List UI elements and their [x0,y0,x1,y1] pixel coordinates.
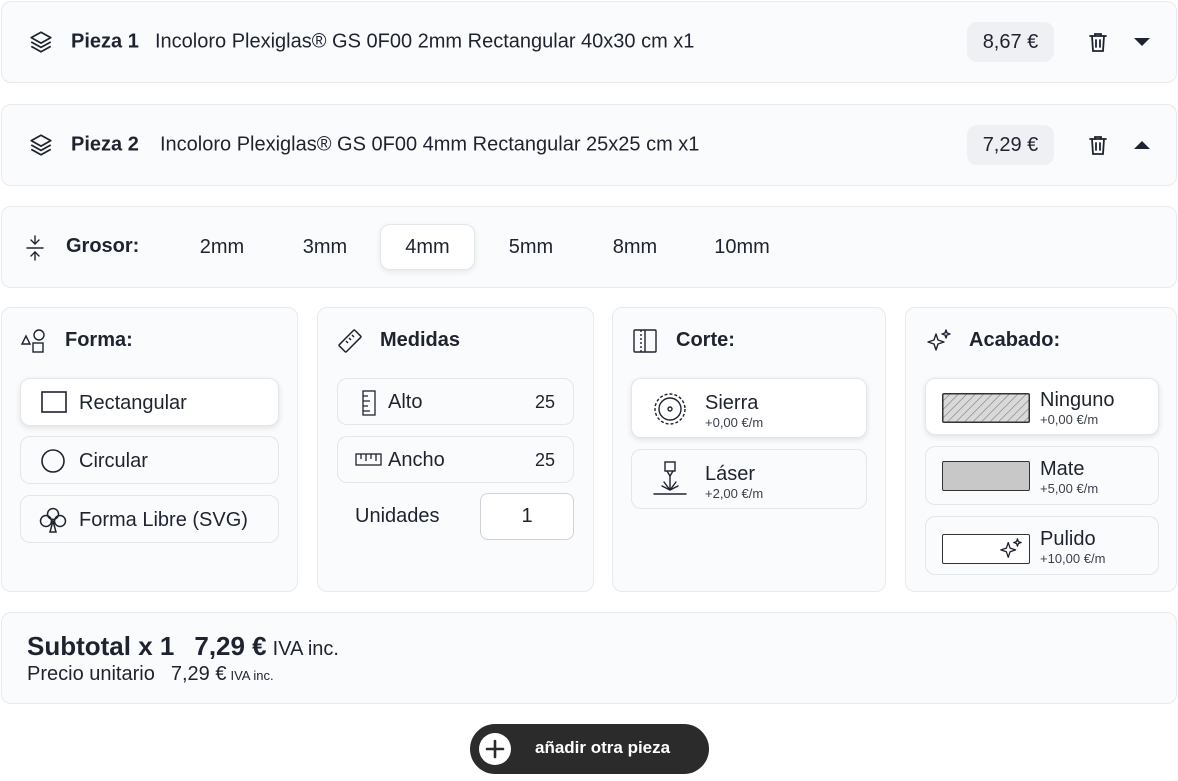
unit-price-line: Precio unitario 7,29 € IVA inc. [27,663,274,686]
plus-icon [479,733,511,765]
hatched-swatch-icon [942,393,1030,423]
unit-price: 7,29 € [170,663,227,685]
piece-name: Pieza 2 [71,133,139,156]
unit-price-label: Precio unitario [27,663,155,685]
unit-price-tax: IVA inc. [230,668,274,683]
width-value: 25 [534,450,555,470]
layers-icon [30,134,52,156]
layers-icon [30,31,52,53]
height-value: 25 [534,392,555,412]
trash-icon[interactable] [1086,30,1110,54]
thickness-option-8mm[interactable]: 8mm [588,224,682,270]
finish-panel: Acabado: Ninguno +0,00 €/m Mate +5,00 €/… [905,307,1177,592]
cut-icon [633,329,657,353]
sparkles-icon [1000,538,1022,558]
piece-name: Pieza 1 [71,30,139,53]
measures-panel: Medidas Alto 25 Ancho 25 Unidades [317,307,594,592]
thickness-option-10mm[interactable]: 10mm [692,224,792,270]
piece-description: Incoloro Plexiglas® GS 0F00 4mm Rectangu… [160,133,700,156]
height-field[interactable]: Alto 25 [337,378,574,425]
cut-title: Corte: [676,329,735,351]
subtotal-label: Subtotal x 1 [27,631,175,661]
ruler-icon [338,329,362,353]
matte-swatch [942,461,1030,491]
shape-option-label: Circular [79,450,148,472]
finish-option-matte[interactable]: Mate +5,00 €/m [925,446,1159,505]
shape-option-label: Rectangular [79,392,187,414]
circle-icon [41,449,65,473]
measures-title: Medidas [380,329,461,351]
polished-swatch [942,534,1030,564]
vertical-ruler-icon [362,390,376,416]
height-label: Alto [388,391,423,413]
finish-option-label: Mate [1040,458,1085,480]
saw-blade-icon [654,393,686,425]
rectangle-icon [41,391,67,413]
trash-icon[interactable] [1086,133,1110,157]
subtotal-price: 7,29 € [194,631,267,661]
shapes-icon [20,329,45,353]
thickness-option-2mm[interactable]: 2mm [175,224,269,270]
finish-option-none[interactable]: Ninguno +0,00 €/m [925,378,1159,435]
shape-option-freeform[interactable]: Forma Libre (SVG) [20,495,279,543]
club-icon [39,507,67,533]
sparkles-icon [927,329,951,351]
shape-option-circular[interactable]: Circular [20,436,279,484]
piece-row-2[interactable]: Pieza 2 Incoloro Plexiglas® GS 0F00 4mm … [1,104,1177,186]
shape-option-label: Forma Libre (SVG) [79,509,248,531]
thickness-option-4mm[interactable]: 4mm [380,224,475,270]
chevron-down-icon[interactable] [1132,36,1152,48]
thickness-icon [26,235,44,261]
finish-option-price: +0,00 €/m [1040,412,1099,427]
subtotal-card: Subtotal x 1 7,29 € IVA inc. Precio unit… [1,612,1177,704]
cut-option-laser[interactable]: Láser +2,00 €/m [631,449,867,509]
cut-option-price: +0,00 €/m [705,415,764,430]
piece-price: 8,67 € [967,22,1054,62]
add-piece-button[interactable]: añadir otra pieza [470,724,709,774]
width-label: Ancho [388,449,445,471]
units-input[interactable] [480,493,574,540]
shape-option-rectangular[interactable]: Rectangular [20,378,279,426]
cut-option-price: +2,00 €/m [705,486,764,501]
thickness-label: Grosor: [66,235,140,257]
subtotal-line: Subtotal x 1 7,29 € IVA inc. [27,631,339,662]
shape-title: Forma: [65,329,133,351]
thickness-option-5mm[interactable]: 5mm [484,224,578,270]
subtotal-tax: IVA inc. [272,638,339,660]
piece-description: Incoloro Plexiglas® GS 0F00 2mm Rectangu… [155,30,695,53]
finish-option-label: Pulido [1040,528,1096,550]
cut-panel: Corte: Sierra +0,00 €/m Láser +2,00 €/m [612,307,886,592]
units-label: Unidades [355,505,440,527]
cut-option-label: Láser [705,463,756,485]
add-piece-label: añadir otra pieza [535,738,671,757]
finish-option-price: +5,00 €/m [1040,481,1099,496]
horizontal-ruler-icon [355,453,382,466]
finish-option-price: +10,00 €/m [1040,551,1106,566]
laser-icon [653,461,687,495]
finish-option-label: Ninguno [1040,389,1115,411]
piece-row-1[interactable]: Pieza 1 Incoloro Plexiglas® GS 0F00 2mm … [1,1,1177,83]
cut-option-saw[interactable]: Sierra +0,00 €/m [631,378,867,438]
finish-option-polished[interactable]: Pulido +10,00 €/m [925,516,1159,575]
finish-title: Acabado: [969,329,1061,351]
thickness-option-3mm[interactable]: 3mm [278,224,372,270]
thickness-selector: Grosor: 2mm 3mm 4mm 5mm 8mm 10mm [1,206,1177,288]
chevron-up-icon[interactable] [1132,139,1152,151]
cut-option-label: Sierra [705,392,759,414]
piece-price: 7,29 € [967,125,1054,165]
shape-panel: Forma: Rectangular Circular Forma Libre … [1,307,298,592]
width-field[interactable]: Ancho 25 [337,436,574,483]
